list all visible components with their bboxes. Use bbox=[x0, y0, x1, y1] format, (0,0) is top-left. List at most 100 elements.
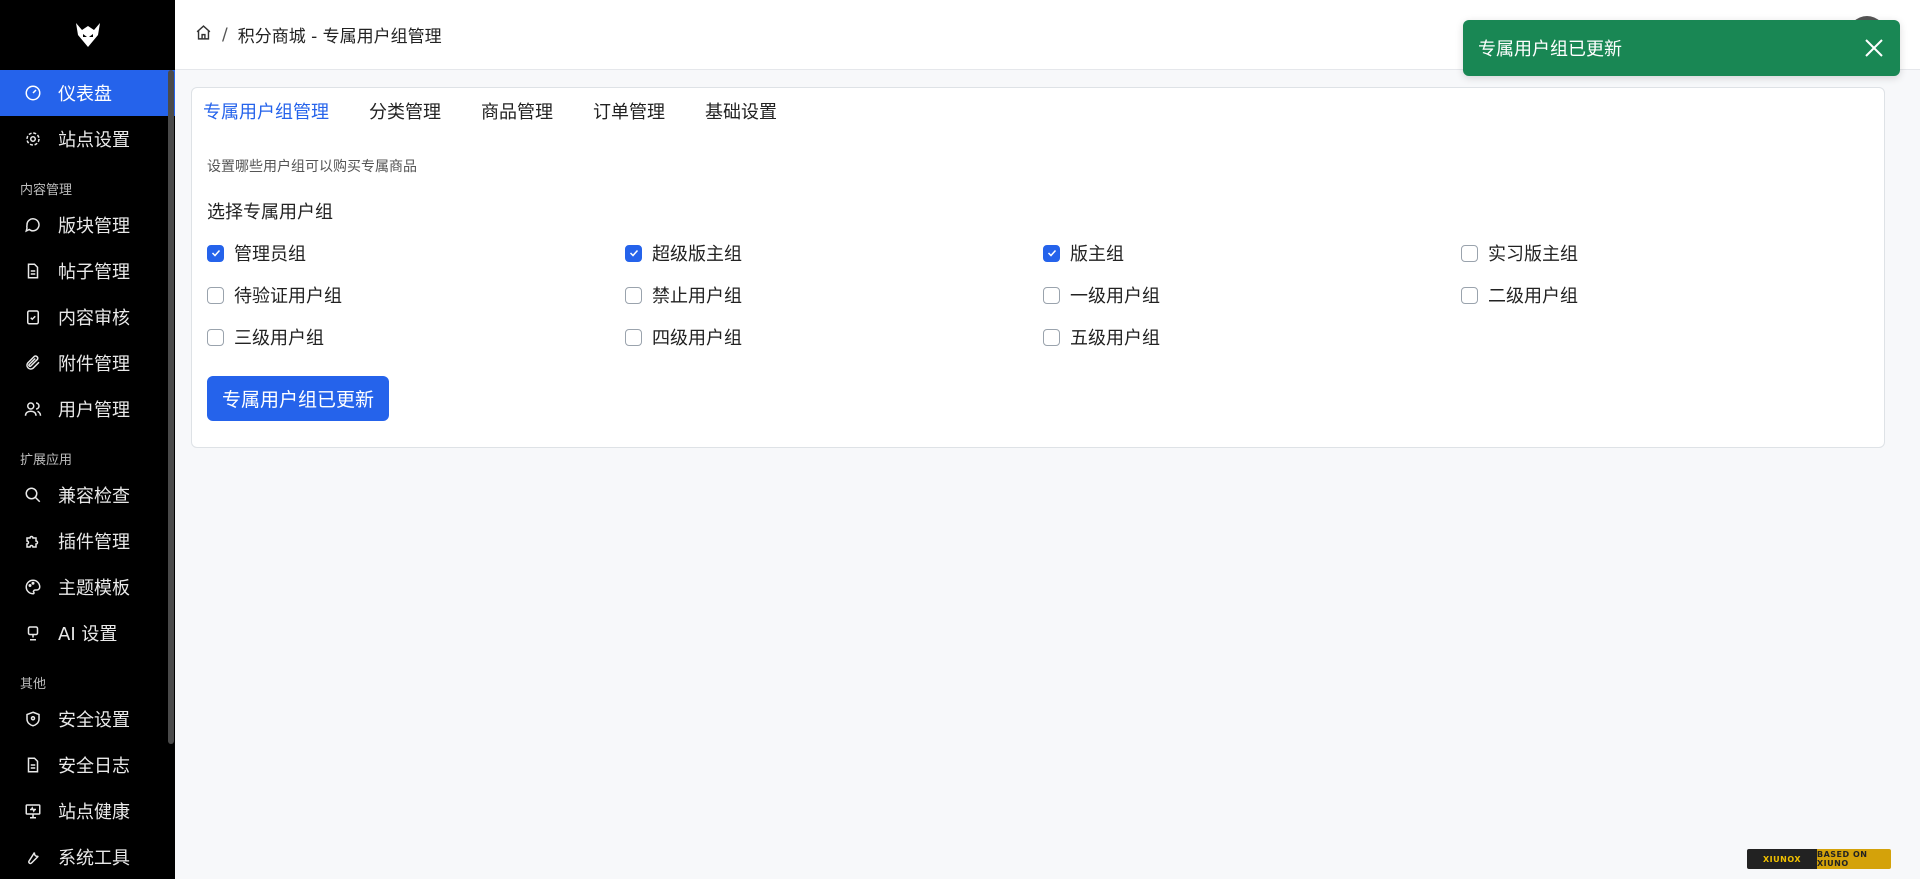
user-group-label: 四级用户组 bbox=[652, 328, 742, 349]
checkbox[interactable] bbox=[625, 328, 642, 346]
tab-bar: 专属用户组管理 分类管理 商品管理 订单管理 基础设置 bbox=[192, 88, 1884, 136]
user-group-label: 待验证用户组 bbox=[234, 286, 342, 307]
paperclip-icon bbox=[24, 354, 42, 372]
shield-icon bbox=[24, 710, 42, 728]
user-group-option[interactable]: 超级版主组 bbox=[625, 232, 1043, 274]
user-group-option[interactable]: 二级用户组 bbox=[1461, 274, 1879, 316]
sidebar-scrollbar[interactable] bbox=[168, 70, 174, 744]
form-body: 设置哪些用户组可以购买专属商品 选择专属用户组 管理员组 超级版主组 版主组 实习版主… bbox=[192, 156, 1884, 421]
sidebar-section-title: 扩展应用 bbox=[20, 453, 73, 468]
checkbox[interactable] bbox=[625, 244, 642, 262]
sidebar-item-label: AI 设置 bbox=[58, 624, 118, 645]
sidebar-item-posts[interactable]: 帖子管理 bbox=[0, 248, 175, 294]
sidebar-item-label: 插件管理 bbox=[58, 532, 130, 553]
tab-exclusive-groups[interactable]: 专属用户组管理 bbox=[203, 98, 329, 136]
user-group-label: 实习版主组 bbox=[1488, 244, 1578, 265]
checkbox[interactable] bbox=[1461, 286, 1478, 304]
user-group-label: 版主组 bbox=[1070, 244, 1124, 265]
sidebar-item-label: 兼容检查 bbox=[58, 486, 130, 507]
sidebar-item-label: 安全设置 bbox=[58, 710, 130, 731]
user-group-list: 管理员组 超级版主组 版主组 实习版主组待验证用户组 禁止用户组 一级用户组 二级用户组三级… bbox=[207, 232, 1884, 358]
user-group-option[interactable]: 四级用户组 bbox=[625, 316, 1043, 358]
checkbox[interactable] bbox=[207, 328, 224, 346]
user-group-option[interactable]: 三级用户组 bbox=[207, 316, 625, 358]
user-group-label: 一级用户组 bbox=[1070, 286, 1160, 307]
badge-right: BASED ON XIUNO bbox=[1817, 849, 1891, 869]
breadcrumb-separator: / bbox=[222, 24, 228, 45]
sidebar-item-label: 版块管理 bbox=[58, 216, 130, 237]
user-group-option[interactable]: 实习版主组 bbox=[1461, 232, 1879, 274]
user-group-option[interactable]: 管理员组 bbox=[207, 232, 625, 274]
checkbox[interactable] bbox=[207, 286, 224, 304]
toast-message: 专属用户组已更新 bbox=[1478, 39, 1622, 60]
sidebar-item-security-settings[interactable]: 安全设置 bbox=[0, 696, 175, 742]
sidebar-item-label: 用户管理 bbox=[58, 400, 130, 421]
section-label: 选择专属用户组 bbox=[207, 202, 333, 223]
sidebar-item-plugins[interactable]: 插件管理 bbox=[0, 518, 175, 564]
sidebar-section-title: 内容管理 bbox=[20, 183, 73, 198]
checkbox[interactable] bbox=[1461, 244, 1478, 262]
sidebar-item-system-tools[interactable]: 系统工具 bbox=[0, 834, 175, 879]
sidebar-item-themes[interactable]: 主题模板 bbox=[0, 564, 175, 610]
sidebar-item-site-health[interactable]: 站点健康 bbox=[0, 788, 175, 834]
sidebar-item-ai-settings[interactable]: AI 设置 bbox=[0, 610, 175, 656]
sidebar-section-title: 其他 bbox=[20, 677, 47, 692]
check-icon bbox=[629, 249, 638, 257]
sidebar-item-review[interactable]: 内容审核 bbox=[0, 294, 175, 340]
tab-orders[interactable]: 订单管理 bbox=[593, 98, 665, 136]
tab-products[interactable]: 商品管理 bbox=[481, 98, 553, 136]
chat-icon bbox=[24, 216, 42, 234]
user-group-option[interactable]: 版主组 bbox=[1043, 232, 1461, 274]
breadcrumb-current: 积分商城 - 专属用户组管理 bbox=[237, 27, 442, 47]
checkbox[interactable] bbox=[207, 244, 224, 262]
sidebar-item-label: 站点健康 bbox=[58, 802, 130, 823]
submit-button[interactable]: 专属用户组已更新 bbox=[207, 376, 390, 421]
checkbox[interactable] bbox=[1043, 286, 1060, 304]
sidebar-item-label: 仪表盘 bbox=[58, 84, 112, 105]
sidebar-item-compat-check[interactable]: 兼容检查 bbox=[0, 472, 175, 518]
user-group-label: 五级用户组 bbox=[1070, 328, 1160, 349]
sidebar-item-forums[interactable]: 版块管理 bbox=[0, 202, 175, 248]
checkbox[interactable] bbox=[1043, 328, 1060, 346]
sidebar-item-label: 站点设置 bbox=[58, 130, 130, 151]
tools-icon bbox=[24, 848, 42, 866]
tab-basic-settings[interactable]: 基础设置 bbox=[705, 98, 777, 136]
monitor-icon bbox=[24, 802, 42, 820]
tab-categories[interactable]: 分类管理 bbox=[369, 98, 441, 136]
home-icon[interactable] bbox=[195, 24, 212, 46]
user-group-option[interactable]: 禁止用户组 bbox=[625, 274, 1043, 316]
close-icon[interactable] bbox=[1862, 36, 1886, 60]
sidebar-item-security-log[interactable]: 安全日志 bbox=[0, 742, 175, 788]
robot-icon bbox=[24, 624, 42, 642]
user-group-option[interactable]: 一级用户组 bbox=[1043, 274, 1461, 316]
check-icon bbox=[211, 249, 220, 257]
user-group-label: 禁止用户组 bbox=[652, 286, 742, 307]
sidebar-item-dashboard[interactable]: 仪表盘 bbox=[0, 70, 175, 116]
checkbox[interactable] bbox=[625, 286, 642, 304]
checkbox[interactable] bbox=[1043, 244, 1060, 262]
logo-icon bbox=[75, 23, 100, 47]
clipboard-check-icon bbox=[24, 308, 42, 326]
log-icon bbox=[24, 756, 42, 774]
user-group-label: 二级用户组 bbox=[1488, 286, 1578, 307]
check-icon bbox=[1047, 249, 1056, 257]
success-toast: 专属用户组已更新 bbox=[1463, 20, 1900, 76]
user-group-label: 超级版主组 bbox=[652, 244, 742, 265]
puzzle-icon bbox=[24, 532, 42, 550]
badge-left: XIUNOX bbox=[1747, 849, 1817, 869]
file-icon bbox=[24, 262, 42, 280]
sidebar-item-label: 附件管理 bbox=[58, 354, 130, 375]
powered-by-badge[interactable]: XIUNOX BASED ON XIUNO bbox=[1747, 849, 1891, 869]
sidebar-item-users[interactable]: 用户管理 bbox=[0, 386, 175, 432]
sidebar-item-attachments[interactable]: 附件管理 bbox=[0, 340, 175, 386]
user-group-option[interactable]: 五级用户组 bbox=[1043, 316, 1461, 358]
main-card: 专属用户组管理 分类管理 商品管理 订单管理 基础设置 设置哪些用户组可以购买专… bbox=[191, 87, 1885, 448]
sidebar-item-label: 系统工具 bbox=[58, 848, 130, 869]
users-icon bbox=[24, 400, 42, 418]
user-group-label: 管理员组 bbox=[234, 244, 306, 265]
sidebar-item-label: 帖子管理 bbox=[58, 262, 130, 283]
sidebar-item-site-settings[interactable]: 站点设置 bbox=[0, 116, 175, 162]
palette-icon bbox=[24, 578, 42, 596]
user-group-option[interactable]: 待验证用户组 bbox=[207, 274, 625, 316]
logo[interactable] bbox=[0, 0, 175, 70]
